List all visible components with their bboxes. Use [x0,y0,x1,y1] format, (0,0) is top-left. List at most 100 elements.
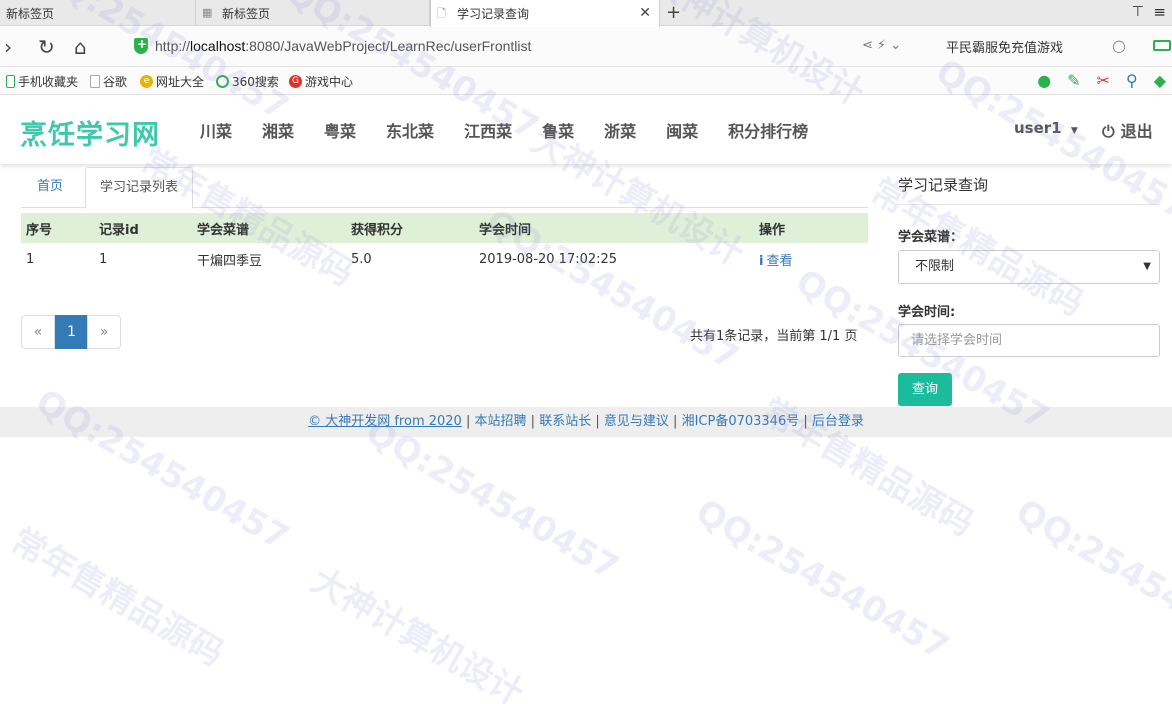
footer-link-admin[interactable]: 后台登录 [812,414,864,429]
watermark-text: QQ:254540457 [1009,491,1172,669]
logout-button[interactable]: ⏻ 退出 [1102,118,1153,142]
bookmark-label: 游戏中心 [305,75,354,89]
footer-link-contact[interactable]: 联系站长 [539,414,591,429]
main-nav: 川菜 湘菜 粤菜 东北菜 江西菜 鲁菜 浙菜 闽菜 积分排行榜 [200,118,838,142]
time-input[interactable]: 请选择学会时间 [898,324,1160,357]
bookmark-mobile[interactable]: 手机收藏夹 [6,73,78,90]
tab-learn-records[interactable]: 学习记录列表 [85,167,194,209]
scissors-icon[interactable]: ✂ [1097,71,1110,90]
share-icon[interactable]: ⋖ ⚡ ⌄ [862,38,901,53]
close-tab-icon[interactable]: ✕ [639,5,651,21]
cell-points: 5.0 [351,252,372,267]
nav-item-ranking[interactable]: 积分排行榜 [728,118,808,142]
menu-icon[interactable]: ≡ [1153,3,1166,21]
footer-link-feedback[interactable]: 意见与建议 [604,414,669,429]
browser-tab-strip: 新标签页 ▦ 新标签页 🗋 学习记录查询 ✕ + ⊤ ≡ [0,0,1172,27]
prev-page-button[interactable]: « [21,315,55,349]
home-icon[interactable]: ⌂ [74,35,87,59]
bookmark-games[interactable]: G 游戏中心 [289,73,353,90]
nav-item-min[interactable]: 闽菜 [666,118,698,142]
nav-item-xiang[interactable]: 湘菜 [262,118,294,142]
address-bar: › ↻ ⌂ http://localhost:8080/JavaWebProje… [0,27,1172,67]
bookmark-daquan[interactable]: e 网址大全 [140,73,204,90]
pagination: « 1 » [21,315,121,349]
nav-item-chuan[interactable]: 川菜 [200,118,232,142]
caret-down-icon: ▼ [1143,261,1151,272]
col-time: 学会时间 [474,213,754,243]
page-info: 共有1条记录，当前第 1/1 页 [690,329,858,344]
reload-icon[interactable]: ↻ [38,35,55,59]
promo-link[interactable]: 平民霸服免充值游戏 [946,37,1063,56]
search360-icon [216,75,229,88]
toolbar-extensions: ● ✎ ✂ ⚲ ◆ [1037,71,1166,90]
footer-copyright[interactable]: © 大神开发网 from 2020 [308,414,462,429]
browser-tab-active[interactable]: 🗋 学习记录查询 ✕ [430,0,660,27]
cell-no: 1 [26,252,35,267]
query-panel: 学习记录查询 学会菜谱： 不限制 ▼ 学会时间: 请选择学会时间 查询 [898,174,1160,406]
shirt-icon[interactable]: ⊤ [1132,4,1144,20]
nav-item-dongbei[interactable]: 东北菜 [386,118,434,142]
bookmark-bar: 手机收藏夹 谷歌 e 网址大全 360搜索 G 游戏中心 ● ✎ ✂ ⚲ ◆ [0,67,1172,95]
records-table: 序号 记录id 学会菜谱 获得积分 学会时间 操作 1 1 干煸四季豆 5.0 … [21,213,868,276]
forward-icon[interactable]: › [4,35,12,59]
battery-icon [1153,40,1171,51]
query-panel-title: 学习记录查询 [898,174,1160,205]
bookmark-360[interactable]: 360搜索 [216,73,279,90]
view-label: 查看 [766,254,793,269]
watermark-text: 大神计算机设计 [304,560,531,704]
cell-recipe: 干煸四季豆 [197,254,263,269]
bookmark-label: 谷歌 [103,75,128,89]
page-1-button[interactable]: 1 [55,315,88,349]
phone-icon [6,75,15,88]
power-icon: ⏻ [1102,122,1115,141]
watermark-text: QQ:254540457 [359,411,626,589]
col-recipe: 学会菜谱 [192,213,346,243]
site-header: 烹饪学习网 川菜 湘菜 粤菜 东北菜 江西菜 鲁菜 浙菜 闽菜 积分排行榜 us… [0,96,1172,164]
browser-tab-1[interactable]: 新标签页 [0,0,196,26]
bookmark-label: 360搜索 [232,75,279,89]
page-icon: 🗋 [437,6,446,20]
user-dropdown[interactable]: user1 ▼ [1014,119,1078,137]
cell-time: 2019-08-20 17:02:25 [479,252,618,267]
game-controller-icon[interactable]: ◆ [1154,71,1166,90]
footer-sep: | [803,414,808,429]
url-prefix: http:// [155,38,191,54]
col-id: 记录id [94,213,192,243]
page-icon [90,75,100,88]
translate-icon[interactable]: ✎ [1067,71,1080,90]
next-page-button[interactable]: » [87,315,121,349]
logout-label: 退出 [1120,122,1153,141]
footer: © 大神开发网 from 2020 | 本站招聘 | 联系站长 | 意见与建议 … [0,407,1172,437]
col-points: 获得积分 [346,213,474,243]
col-no: 序号 [21,213,94,243]
bookmark-label: 手机收藏夹 [18,75,79,89]
footer-link-jobs[interactable]: 本站招聘 [475,414,527,429]
bookmark-label: 网址大全 [156,75,205,89]
nav-item-zhe[interactable]: 浙菜 [604,118,636,142]
nav-item-jiangxi[interactable]: 江西菜 [464,118,512,142]
tab-home[interactable]: 首页 [23,167,77,208]
chat-icon[interactable]: ● [1037,71,1051,90]
footer-sep: | [595,414,600,429]
tab-1-label: 新标签页 [6,6,55,21]
caret-down-icon: ▼ [1070,126,1078,136]
search-icon[interactable]: ○ [1112,36,1126,55]
bookmark-google[interactable]: 谷歌 [90,73,127,90]
tab-3-label: 学习记录查询 [457,7,530,21]
footer-link-icp[interactable]: 湘ICP备0703346号 [682,414,800,429]
tab-2-label: 新标签页 [222,6,271,21]
url-field[interactable]: http://localhost:8080/JavaWebProject/Lea… [155,38,531,54]
magnifier-icon[interactable]: ⚲ [1126,71,1138,90]
new-tab-icon[interactable]: + [666,2,681,23]
nav-item-lu[interactable]: 鲁菜 [542,118,574,142]
recipe-select[interactable]: 不限制 ▼ [898,250,1160,284]
cell-id: 1 [99,252,108,267]
nav-item-yue[interactable]: 粤菜 [324,118,356,142]
site-logo[interactable]: 烹饪学习网 [20,113,160,152]
footer-sep: | [465,414,471,429]
url-host: localhost [190,38,246,54]
browser-tab-2[interactable]: ▦ 新标签页 [196,0,430,26]
view-link[interactable]: i 查看 [759,254,792,269]
cell-action: i 查看 [754,243,868,276]
query-button[interactable]: 查询 [898,373,952,406]
